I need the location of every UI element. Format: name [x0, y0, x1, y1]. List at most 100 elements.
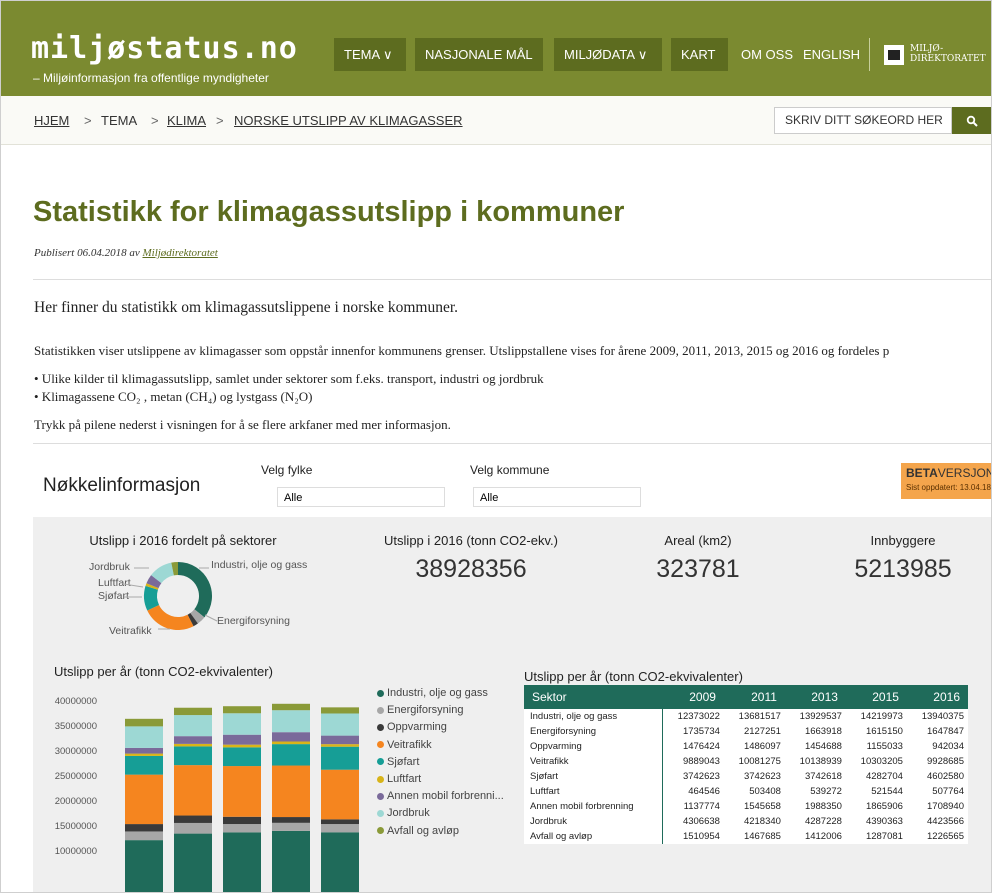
bar-segment-2009[interactable]: [125, 824, 163, 832]
bar-segment-2013[interactable]: [223, 824, 261, 833]
fylke-label: Velg fylke: [261, 463, 313, 477]
table-row: Jordbruk 4306638 4218340 4287228 4390363 4423…: [524, 814, 968, 829]
legend-item[interactable]: Energiforsyning: [377, 704, 463, 716]
table-header-cell[interactable]: Sektor: [524, 685, 663, 709]
bullet-item: • Klimagassene CO₂ , metan (CH₄) og lyst…: [34, 389, 313, 404]
bar-segment-2009[interactable]: [125, 747, 163, 754]
legend-item[interactable]: Veitrafikk: [377, 739, 432, 751]
innbyggere-value: 5213985: [854, 555, 952, 583]
miljodirektoratet-logo[interactable]: MILJØ- DIREKTORATET: [869, 38, 986, 71]
bar-segment-2016[interactable]: [321, 735, 359, 745]
bar-segment-2009[interactable]: [125, 755, 163, 775]
stacked-bar-chart[interactable]: [113, 687, 373, 892]
nav-miljodata-button[interactable]: MILJØDATA ∨: [554, 38, 662, 71]
table-header-cell[interactable]: 2015: [845, 685, 907, 709]
breadcrumb-tema[interactable]: TEMA: [101, 113, 137, 128]
bar-segment-2015[interactable]: [272, 744, 310, 766]
instruction-paragraph: Trykk på pilene nederst i visningen for …: [34, 417, 451, 432]
bullet-item: • Ulike kilder til klimagassutslipp, sam…: [34, 371, 544, 386]
author-link[interactable]: Miljødirektoratet: [142, 247, 217, 259]
table-cell: 1708940: [906, 799, 968, 814]
bar-segment-2009[interactable]: [125, 840, 163, 892]
report-heading: Nøkkelinformasjon: [43, 475, 201, 496]
table-cell: 4218340: [723, 814, 785, 829]
nav-om-oss-link[interactable]: OM OSS: [741, 38, 793, 71]
table-cell: 3742618: [784, 769, 846, 784]
breadcrumb-separator: >: [84, 113, 92, 128]
legend-item[interactable]: Jordbruk: [377, 807, 430, 819]
breadcrumb-hjem[interactable]: HJEM: [34, 113, 69, 128]
breadcrumb-current[interactable]: NORSKE UTSLIPP AV KLIMAGASSER: [234, 113, 463, 128]
search-button[interactable]: [952, 107, 991, 134]
site-tagline: – Miljøinformasjon fra offentlige myndig…: [33, 71, 269, 85]
table-cell: 4306638: [662, 814, 724, 829]
bar-segment-2011[interactable]: [174, 707, 212, 716]
site-logo[interactable]: miljøstatus.no: [31, 31, 298, 66]
bar-segment-2009[interactable]: [125, 831, 163, 841]
bar-segment-2015[interactable]: [272, 741, 310, 745]
bar-segment-2013[interactable]: [223, 713, 261, 735]
bar-segment-2011[interactable]: [174, 743, 212, 747]
table-header-cell[interactable]: 2013: [784, 685, 846, 709]
bar-segment-2013[interactable]: [223, 734, 261, 745]
bar-segment-2016[interactable]: [321, 824, 359, 833]
legend-item[interactable]: Sjøfart: [377, 756, 419, 768]
legend-item[interactable]: Luftfart: [377, 773, 421, 785]
bar-segment-2009[interactable]: [125, 753, 163, 756]
bar-segment-2016[interactable]: [321, 707, 359, 714]
bar-segment-2016[interactable]: [321, 819, 359, 825]
bar-segment-2013[interactable]: [223, 766, 261, 817]
bar-segment-2009[interactable]: [125, 774, 163, 825]
bar-segment-2015[interactable]: [272, 817, 310, 823]
bar-segment-2013[interactable]: [223, 816, 261, 825]
nav-kart-button[interactable]: KART: [671, 38, 728, 71]
y-tick-label: 30000000: [54, 746, 97, 757]
bar-segment-2011[interactable]: [174, 715, 212, 737]
bar-segment-2015[interactable]: [272, 830, 310, 892]
bar-segment-2009[interactable]: [125, 726, 163, 748]
bar-segment-2013[interactable]: [223, 747, 261, 767]
bar-segment-2013[interactable]: [223, 706, 261, 714]
table-cell: 1155033: [845, 739, 907, 754]
bar-segment-2016[interactable]: [321, 769, 359, 820]
legend-item[interactable]: Industri, olje og gass: [377, 687, 488, 699]
bar-segment-2011[interactable]: [174, 736, 212, 744]
bar-segment-2016[interactable]: [321, 744, 359, 747]
table-cell: 4282704: [845, 769, 907, 784]
legend-item[interactable]: Annen mobil forbrenni...: [377, 790, 504, 802]
bar-segment-2013[interactable]: [223, 744, 261, 748]
bar-segment-2011[interactable]: [174, 815, 212, 823]
bar-segment-2009[interactable]: [125, 718, 163, 727]
legend-item[interactable]: Avfall og avløp: [377, 825, 459, 837]
bar-segment-2015[interactable]: [272, 822, 310, 831]
table-header-cell[interactable]: 2016: [906, 685, 968, 709]
beta-badge: BETAVERSJON Sist oppdatert: 13.04.18: [901, 463, 991, 499]
bar-segment-2013[interactable]: [223, 832, 261, 892]
bar-segment-2016[interactable]: [321, 746, 359, 770]
breadcrumb-klima[interactable]: KLIMA: [167, 113, 206, 128]
nav-tema-button[interactable]: TEMA ∨: [334, 38, 406, 71]
bar-segment-2016[interactable]: [321, 713, 359, 736]
bar-segment-2015[interactable]: [272, 710, 310, 733]
bar-segment-2015[interactable]: [272, 765, 310, 818]
bar-segment-2011[interactable]: [174, 746, 212, 766]
bar-segment-2015[interactable]: [272, 732, 310, 742]
bar-segment-2011[interactable]: [174, 765, 212, 816]
nav-nasjonale-mal-button[interactable]: NASJONALE MÅL: [415, 38, 543, 71]
table-header-cell[interactable]: 2009: [662, 685, 724, 709]
table-header-cell[interactable]: 2011: [723, 685, 785, 709]
table-cell: 13940375: [906, 709, 968, 724]
fylke-select[interactable]: Alle: [277, 487, 445, 507]
nav-english-link[interactable]: ENGLISH: [803, 38, 860, 71]
legend-item[interactable]: Oppvarming: [377, 721, 447, 733]
bar-segment-2011[interactable]: [174, 822, 212, 834]
search-input[interactable]: SKRIV DITT SØKEORD HER: [774, 107, 952, 134]
legend-swatch: [377, 689, 384, 697]
bar-segment-2011[interactable]: [174, 833, 212, 892]
table-row: Veitrafikk 9889043 10081275 10138939 1030320…: [524, 754, 968, 769]
bar-segment-2016[interactable]: [321, 832, 359, 892]
table-cell: 464546: [662, 784, 724, 799]
kommune-select[interactable]: Alle: [473, 487, 641, 507]
bar-segment-2015[interactable]: [272, 703, 310, 711]
updated-date: Sist oppdatert: 13.04.18: [906, 483, 991, 492]
